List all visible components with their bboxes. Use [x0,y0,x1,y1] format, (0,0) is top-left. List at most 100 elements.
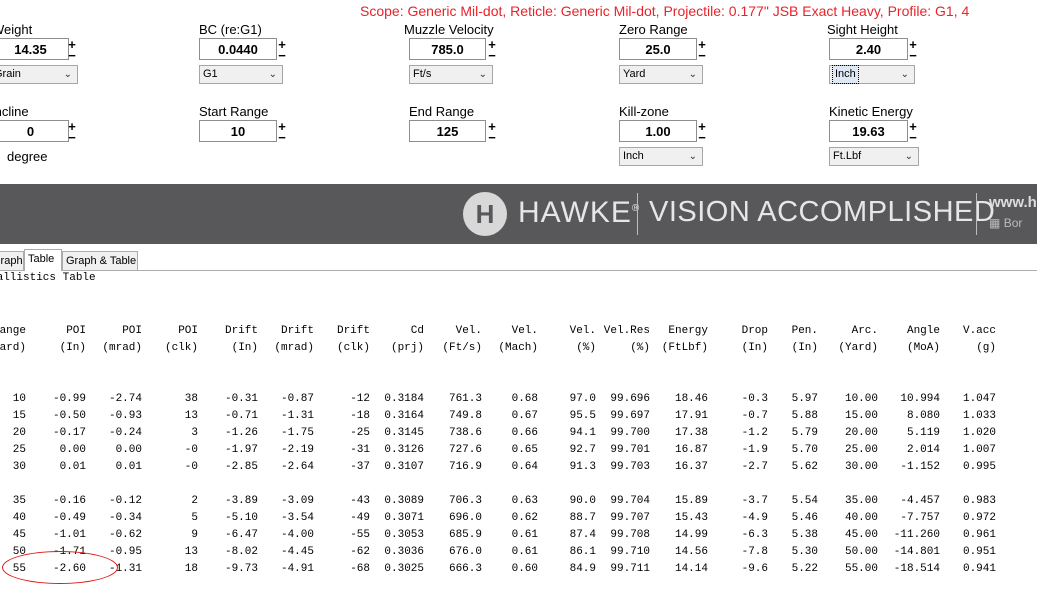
table-cell: -4.45 [280,545,314,558]
sight-height-label: Sight Height [827,22,898,37]
weight-unit-select[interactable]: Grain ⌄ [0,65,78,84]
table-cell: 18.46 [674,392,708,405]
muzzle-velocity-decrement[interactable]: − [487,49,497,62]
table-cell: -2.74 [108,392,142,405]
table-cell: 0.00 [115,443,142,456]
end-range-decrement[interactable]: − [487,131,497,144]
bc-input[interactable]: 0.0440 [199,38,277,60]
table-cell: 99.703 [610,460,650,473]
table-cell: 99.701 [610,443,650,456]
table-cell: 99.708 [610,528,650,541]
table-cell: -0.93 [108,409,142,422]
kill-zone-unit-select[interactable]: Inch ⌄ [619,147,703,166]
table-cell: 99.697 [610,409,650,422]
incline-decrement[interactable]: − [67,131,77,144]
table-row: 50 -1.71 -0.95 13 -8.02 -4.45 -62 0.3036 676.0 0.… [0,543,996,560]
table-cell: -1.9 [741,443,768,456]
kill-zone-input[interactable]: 1.00 [619,120,697,142]
bc-model-select[interactable]: G1 ⌄ [199,65,283,84]
spacer-row [0,475,996,492]
table-row: 10 -0.99 -2.74 38 -0.31 -0.87 -12 0.3184 761.3 0.… [0,390,996,407]
table-cell: -12 [350,392,370,405]
incline-input[interactable]: 0 [0,120,69,142]
table-cell: -1.152 [900,460,940,473]
bc-model-value: G1 [203,68,218,80]
muzzle-velocity-unit-select[interactable]: Ft/s ⌄ [409,65,493,84]
table-cell: 749.8 [448,409,482,422]
table-cell: 99.710 [610,545,650,558]
table-cell: 35.00 [844,494,878,507]
sight-height-decrement[interactable]: − [908,49,918,62]
table-cell: 5.30 [791,545,818,558]
table-cell: 0.3184 [384,392,424,405]
column-header: Drift [280,324,314,337]
zero-range-decrement[interactable]: − [697,49,707,62]
table-cell: -0.12 [108,494,142,507]
table-cell: -0 [184,460,198,473]
kinetic-energy-unit-select[interactable]: Ft.Lbf ⌄ [829,147,919,166]
table-cell: 5.62 [791,460,818,473]
table-cell: -3.89 [224,494,258,507]
kinetic-energy-input[interactable]: 19.63 [829,120,908,142]
banner-subtext: ▦ Bor [989,216,1022,230]
kinetic-energy-decrement[interactable]: − [908,131,918,144]
kinetic-energy-unit-value: Ft.Lbf [833,150,862,162]
table-row: 20 -0.17 -0.24 3 -1.26 -1.75 -25 0.3145 738.6 0.6… [0,424,996,441]
sight-height-unit-select[interactable]: Inch ⌄ [829,65,915,84]
sight-height-unit-value: Inch [832,65,859,84]
incline-label: Incline [0,104,29,119]
table-row: 45 -1.01 -0.62 9 -6.47 -4.00 -55 0.3053 685.9 0.6… [0,526,996,543]
weight-input[interactable]: 14.35 [0,38,69,60]
tab-table[interactable]: Table [24,249,62,271]
table-cell: 0.01 [115,460,142,473]
table-cell: 5.119 [906,426,940,439]
start-range-input[interactable]: 10 [199,120,277,142]
table-cell: 50.00 [844,545,878,558]
table-cell: -37 [350,460,370,473]
table-cell: 38 [184,392,198,405]
table-cell: 45 [12,528,26,541]
end-range-input[interactable]: 125 [409,120,486,142]
table-cell: 0.64 [511,460,538,473]
tab-graph[interactable]: Graph [0,251,24,270]
table-cell: -0.7 [741,409,768,422]
table-cell: 15 [12,409,26,422]
table-cell: 18 [184,562,198,575]
table-cell: -6.47 [224,528,258,541]
table-cell: 17.38 [674,426,708,439]
weight-decrement[interactable]: − [67,49,77,62]
weight-unit-value: Grain [0,68,21,80]
table-cell: 0.3053 [384,528,424,541]
sight-height-input[interactable]: 2.40 [829,38,908,60]
table-units-row: (Yard) (In) (mrad) (clk) (In) (mrad) (clk) (prj… [0,339,996,356]
table-row: 40 -0.49 -0.34 5 -5.10 -3.54 -49 0.3071 696.0 0.6… [0,509,996,526]
table-cell: 35 [12,494,26,507]
weight-label: Weight [0,22,33,37]
bc-decrement[interactable]: − [277,49,287,62]
column-header: Range [0,324,26,337]
table-cell: -0 [184,443,198,456]
table-cell: -49 [350,511,370,524]
table-cell: 0.3164 [384,409,424,422]
table-cell: 5.70 [791,443,818,456]
kill-zone-unit-value: Inch [623,150,644,162]
start-range-decrement[interactable]: − [277,131,287,144]
table-cell: -1.2 [741,426,768,439]
table-cell: 10 [12,392,26,405]
column-header: (mrad) [274,341,314,354]
table-cell: -11.260 [893,528,940,541]
table-cell: -1.75 [280,426,314,439]
zero-range-input[interactable]: 25.0 [619,38,697,60]
zero-range-unit-select[interactable]: Yard ⌄ [619,65,703,84]
chevron-down-icon: ⌄ [63,69,72,80]
kill-zone-decrement[interactable]: − [697,131,707,144]
column-header: POI [122,324,142,337]
table-row: 30 0.01 0.01 -0 -2.85 -2.64 -37 0.3107 716.9 0.64… [0,458,996,475]
tab-graph-and-table[interactable]: Graph & Table [62,251,138,270]
table-cell: -0.62 [108,528,142,541]
column-header: (In) [59,341,86,354]
table-cell: 55.00 [844,562,878,575]
table-cell: -4.9 [741,511,768,524]
muzzle-velocity-input[interactable]: 785.0 [409,38,486,60]
column-header: (FtLbf) [661,341,708,354]
